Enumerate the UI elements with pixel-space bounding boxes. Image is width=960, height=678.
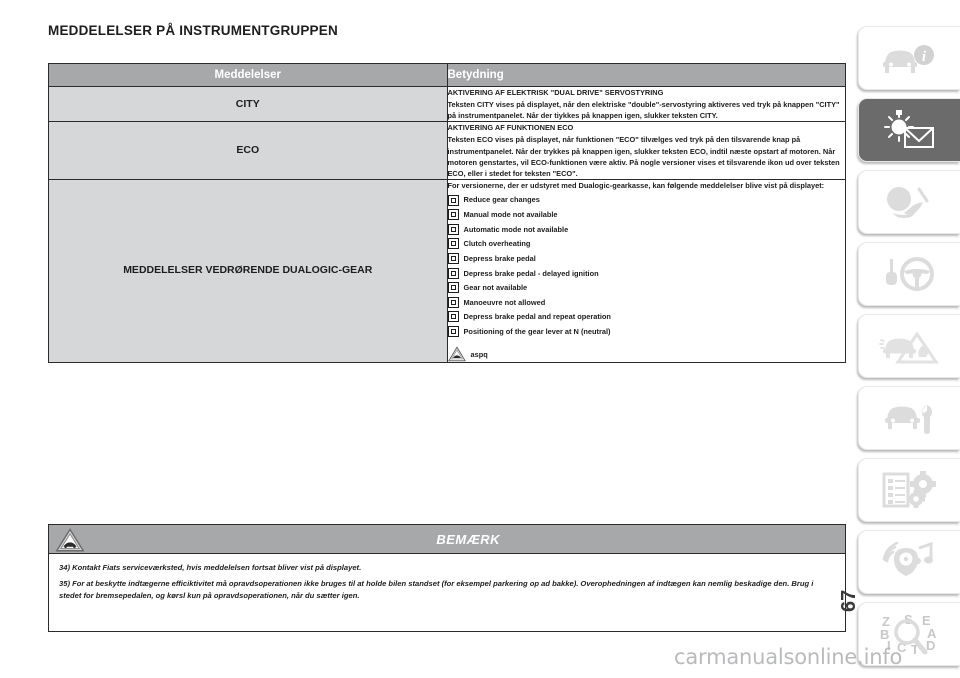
sidebar-item-starting-and-driving[interactable] xyxy=(858,242,960,306)
warning-triangle-icon xyxy=(447,346,466,362)
meaning-heading: AKTIVERING AF ELEKTRISK "DUAL DRIVE" SER… xyxy=(447,88,664,97)
square-icon xyxy=(447,282,459,294)
table-row: MEDDELELSER VEDRØRENDE DUALOGIC-GEAR For… xyxy=(48,178,846,364)
list-item-label: Automatic mode not available xyxy=(463,224,569,234)
list-gears-icon xyxy=(882,471,936,508)
list-item-label: Depress brake pedal and repeat operation xyxy=(463,312,611,322)
list-item-label: Clutch overheating xyxy=(463,239,531,249)
note-block: BEMÆRK 34) Kontakt Fiats serviceværksted… xyxy=(48,524,846,632)
messages-table: Meddelelser Betydning CITY AKTIVERING AF… xyxy=(48,63,846,364)
column-header-meaning: Betydning xyxy=(446,63,846,87)
column-header-messages: Meddelelser xyxy=(48,63,448,87)
meaning-paragraph: For versionerne, der er udstyret med Dua… xyxy=(447,180,825,190)
square-icon xyxy=(447,252,459,264)
list-item-warning: aspq xyxy=(447,346,846,362)
radio-music-icon xyxy=(882,542,933,576)
list-item-label: Depress brake pedal xyxy=(463,253,536,263)
note-title: BEMÆRK xyxy=(436,531,500,547)
list-item: Reduce gear changes xyxy=(447,194,846,206)
car-hazard-triangle-icon xyxy=(878,331,939,364)
square-icon xyxy=(447,296,459,308)
list-item-label: Gear not available xyxy=(463,283,528,293)
meaning-cell-dualogic: For versionerne, der er udstyret med Dua… xyxy=(446,178,846,364)
warning-triangle-car-icon xyxy=(55,528,85,552)
sidebar-item-maintenance-and-care[interactable] xyxy=(858,386,960,450)
meaning-paragraph: Teksten ECO vises på displayet, når funk… xyxy=(447,135,840,178)
list-item-label: Manual mode not available xyxy=(463,210,558,220)
list-item: Manoeuvre not allowed xyxy=(447,296,846,308)
sidebar-item-safety[interactable] xyxy=(858,170,960,234)
table-row: CITY AKTIVERING AF ELEKTRISK "DUAL DRIVE… xyxy=(48,85,846,123)
square-icon xyxy=(447,209,459,221)
car-info-icon: i xyxy=(882,45,934,73)
table-header-row: Meddelelser Betydning xyxy=(48,63,846,87)
dualogic-message-list: Reduce gear changes Manual mode not avai… xyxy=(447,194,846,338)
square-icon xyxy=(447,311,459,323)
sidebar-item-in-an-emergency[interactable] xyxy=(858,314,960,378)
table-row: ECO AKTIVERING AF FUNKTIONEN ECO Teksten… xyxy=(48,121,846,180)
list-item-label: aspq xyxy=(470,349,488,359)
sidebar-item-multimedia[interactable] xyxy=(858,530,960,594)
airbag-icon xyxy=(886,187,928,218)
messages-table-container: Meddelelser Betydning CITY AKTIVERING AF… xyxy=(48,63,846,364)
key-steering-wheel-icon xyxy=(885,257,934,291)
note-body: 34) Kontakt Fiats serviceværksted, hvis … xyxy=(48,554,846,632)
section-tabs-sidebar: i Z B I C T E A D S xyxy=(858,26,960,666)
list-item: Positioning of the gear lever at N (neut… xyxy=(447,326,846,338)
list-item: Gear not available xyxy=(447,282,846,294)
list-item-label: Depress brake pedal - delayed ignition xyxy=(463,268,599,278)
list-item: Manual mode not available xyxy=(447,209,846,221)
list-item-label: Positioning of the gear lever at N (neut… xyxy=(463,326,611,336)
message-name-city: CITY xyxy=(48,85,448,123)
note-header: BEMÆRK xyxy=(48,524,846,554)
sun-envelope-icon xyxy=(883,110,934,148)
sidebar-item-warning-lights-messages[interactable] xyxy=(858,98,960,162)
page-number: 67 xyxy=(838,589,860,612)
square-icon xyxy=(447,238,459,250)
square-icon xyxy=(447,267,459,279)
message-name-dualogic: MEDDELELSER VEDRØRENDE DUALOGIC-GEAR xyxy=(48,178,448,364)
square-icon xyxy=(447,326,459,338)
list-item: Automatic mode not available xyxy=(447,223,846,235)
meaning-paragraph: Teksten CITY vises på displayet, når den… xyxy=(447,100,840,121)
list-item-label: Reduce gear changes xyxy=(463,195,540,205)
car-wrench-icon xyxy=(884,405,932,434)
meaning-heading: AKTIVERING AF FUNKTIONEN ECO xyxy=(447,123,574,133)
message-name-eco: ECO xyxy=(48,121,448,180)
list-item: Clutch overheating xyxy=(447,238,846,250)
sidebar-item-technical-specifications[interactable] xyxy=(858,458,960,522)
list-item: Depress brake pedal - delayed ignition xyxy=(447,267,846,279)
list-item: Depress brake pedal and repeat operation xyxy=(447,311,846,323)
square-icon xyxy=(447,194,459,206)
list-item: Depress brake pedal xyxy=(447,252,846,264)
meaning-cell-eco: AKTIVERING AF FUNKTIONEN ECO Teksten ECO… xyxy=(446,121,846,180)
sidebar-item-dashboard-info[interactable]: i xyxy=(858,26,960,90)
list-item-label: Manoeuvre not allowed xyxy=(463,297,546,307)
svg-text:D: D xyxy=(926,638,935,653)
square-icon xyxy=(447,223,459,235)
meaning-cell-city: AKTIVERING AF ELEKTRISK "DUAL DRIVE" SER… xyxy=(446,85,846,123)
watermark: carmanualsonline.info xyxy=(674,645,903,669)
note-paragraph: 35) For at beskytte indtægerne efficikti… xyxy=(59,578,814,600)
note-paragraph: 34) Kontakt Fiats serviceværksted, hvis … xyxy=(59,563,362,572)
page-title: MEDDELELSER PÅ INSTRUMENTGRUPPEN xyxy=(48,23,338,38)
